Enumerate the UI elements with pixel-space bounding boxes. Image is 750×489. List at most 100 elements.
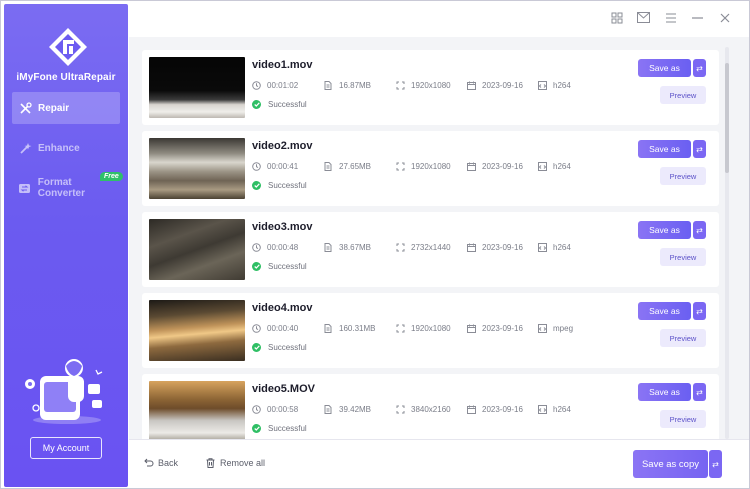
preview-button[interactable]: Preview [660, 167, 706, 185]
success-check-icon [252, 343, 261, 352]
back-button[interactable]: Back [144, 458, 178, 468]
video-thumbnail[interactable] [149, 219, 245, 280]
save-options-icon[interactable]: ⇄ [693, 59, 706, 77]
codec-icon [538, 324, 547, 333]
my-account-button[interactable]: My Account [30, 437, 102, 459]
file-icon [324, 243, 333, 252]
date: 2023-09-16 [467, 162, 523, 171]
user-illustration [25, 359, 103, 424]
save-options-icon[interactable]: ⇄ [693, 221, 706, 239]
file-icon [324, 81, 333, 90]
sidebar: iMyFone UltraRepair Repair Enhance Forma… [4, 4, 128, 487]
clock-icon [252, 405, 261, 414]
date: 2023-09-16 [467, 405, 523, 414]
codec-icon [538, 243, 547, 252]
save-as-copy-button[interactable]: Save as copy [633, 450, 708, 478]
clock-icon [252, 162, 261, 171]
status: Successful [252, 343, 307, 352]
mail-icon[interactable] [637, 11, 650, 24]
sidebar-item-label: Enhance [38, 142, 80, 154]
calendar-icon [467, 324, 476, 333]
codec-icon [538, 162, 547, 171]
save-as-button[interactable]: Save as [638, 383, 691, 401]
file-icon [324, 324, 333, 333]
resolution: 1920x1080 [396, 81, 451, 90]
resolution-icon [396, 162, 405, 171]
duration: 00:00:40 [252, 324, 298, 333]
duration: 00:00:41 [252, 162, 298, 171]
resolution: 3840x2160 [396, 405, 451, 414]
status: Successful [252, 262, 307, 271]
codec: h264 [538, 405, 571, 414]
back-arrow-icon [144, 458, 154, 468]
date: 2023-09-16 [467, 243, 523, 252]
magic-wand-icon [18, 141, 32, 155]
save-options-icon[interactable]: ⇄ [693, 302, 706, 320]
file-icon [324, 405, 333, 414]
preview-button[interactable]: Preview [660, 248, 706, 266]
video-thumbnail[interactable] [149, 381, 245, 439]
video-card: video2.mov 00:00:41 27.65MB 1920x1080 20… [142, 131, 719, 206]
resolution-icon [396, 324, 405, 333]
save-as-button[interactable]: Save as [638, 302, 691, 320]
resolution: 1920x1080 [396, 324, 451, 333]
preview-button[interactable]: Preview [660, 86, 706, 104]
save-options-icon[interactable]: ⇄ [693, 140, 706, 158]
sidebar-item-repair[interactable]: Repair [12, 92, 120, 124]
save-as-button[interactable]: Save as [638, 59, 691, 77]
resolution: 2732x1440 [396, 243, 451, 252]
minimize-icon[interactable] [691, 11, 704, 24]
format-convert-icon [18, 181, 32, 195]
video-thumbnail[interactable] [149, 138, 245, 199]
file-size: 39.42MB [324, 405, 371, 414]
preview-button[interactable]: Preview [660, 329, 706, 347]
video-card: video1.mov 00:01:02 16.87MB 1920x1080 20… [142, 50, 719, 125]
menu-icon[interactable] [664, 11, 677, 24]
titlebar-controls [610, 11, 731, 24]
date: 2023-09-16 [467, 81, 523, 90]
repair-tools-icon [18, 101, 32, 115]
video-filename: video4.mov [252, 302, 313, 314]
status: Successful [252, 424, 307, 433]
codec-icon [538, 81, 547, 90]
codec: mpeg [538, 324, 573, 333]
preview-button[interactable]: Preview [660, 410, 706, 428]
codec-icon [538, 405, 547, 414]
remove-all-button[interactable]: Remove all [206, 458, 265, 468]
grid-icon[interactable] [610, 11, 623, 24]
bottom-bar: Back Remove all Save as copy ⇄ [129, 439, 749, 487]
codec: h264 [538, 243, 571, 252]
clock-icon [252, 243, 261, 252]
resolution: 1920x1080 [396, 162, 451, 171]
duration: 00:00:58 [252, 405, 298, 414]
codec: h264 [538, 81, 571, 90]
file-size: 16.87MB [324, 81, 371, 90]
video-card: video3.mov 00:00:48 38.67MB 2732x1440 20… [142, 212, 719, 287]
app-name: iMyFone UltraRepair [16, 72, 116, 83]
success-check-icon [252, 100, 261, 109]
save-as-button[interactable]: Save as [638, 221, 691, 239]
video-filename: video3.mov [252, 221, 313, 233]
status: Successful [252, 181, 307, 190]
success-check-icon [252, 181, 261, 190]
file-icon [324, 162, 333, 171]
video-filename: video2.mov [252, 140, 313, 152]
calendar-icon [467, 162, 476, 171]
clock-icon [252, 324, 261, 333]
video-filename: video5.MOV [252, 383, 315, 395]
save-as-button[interactable]: Save as [638, 140, 691, 158]
calendar-icon [467, 81, 476, 90]
save-copy-options-icon[interactable]: ⇄ [709, 450, 722, 478]
file-size: 160.31MB [324, 324, 375, 333]
app-window: iMyFone UltraRepair Repair Enhance Forma… [0, 0, 750, 489]
video-thumbnail[interactable] [149, 57, 245, 118]
status: Successful [252, 100, 307, 109]
save-options-icon[interactable]: ⇄ [693, 383, 706, 401]
sidebar-item-enhance[interactable]: Enhance [12, 132, 120, 164]
duration: 00:00:48 [252, 243, 298, 252]
app-logo-icon [49, 28, 87, 66]
close-icon[interactable] [718, 11, 731, 24]
video-list: video1.mov 00:01:02 16.87MB 1920x1080 20… [129, 37, 749, 439]
video-thumbnail[interactable] [149, 300, 245, 361]
scrollbar-thumb[interactable] [725, 63, 729, 173]
